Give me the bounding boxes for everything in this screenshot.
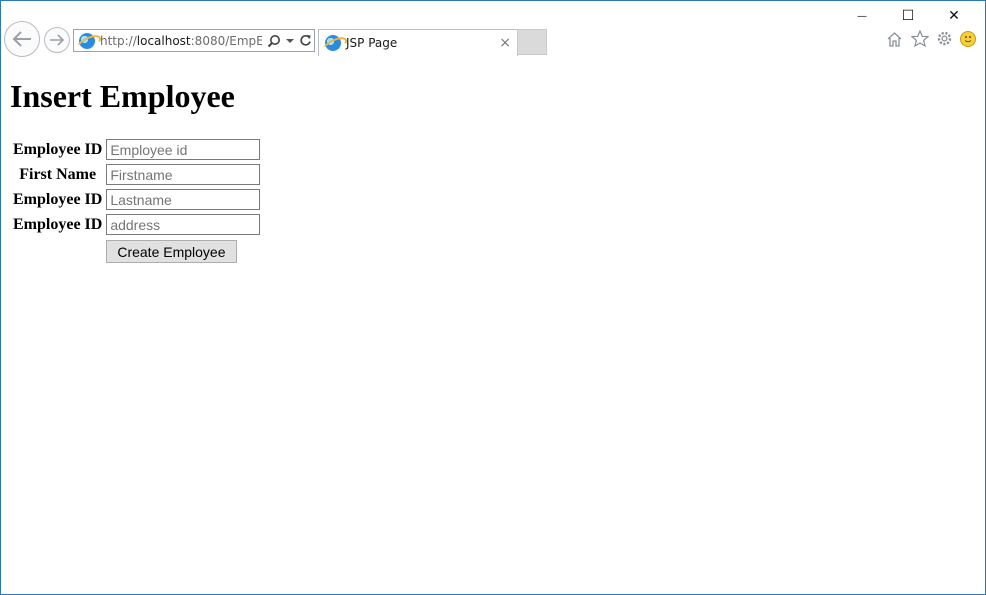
gear-icon[interactable]: [935, 29, 954, 48]
form-row-employee-id: Employee ID: [12, 138, 261, 161]
form-row-address: Employee ID: [12, 213, 261, 236]
first-name-label: First Name: [19, 165, 97, 183]
toolbar-icons: [885, 29, 976, 48]
address-input[interactable]: [106, 214, 261, 235]
browser-window: http://localhost:8080/EmpEnte JSP Page ×: [0, 0, 986, 595]
maximize-button[interactable]: ☐: [885, 4, 931, 28]
page-content: Insert Employee Employee ID First Name E…: [10, 73, 263, 266]
last-name-input[interactable]: [106, 189, 261, 210]
url-path: :8080/EmpEnte: [190, 33, 262, 48]
employee-form: Employee ID First Name Employee ID Emplo…: [10, 136, 263, 266]
address-label: Employee ID: [13, 215, 103, 233]
tab-close-icon[interactable]: ×: [499, 35, 511, 51]
url-text[interactable]: http://localhost:8080/EmpEnte: [100, 34, 262, 48]
page-title: Insert Employee: [10, 78, 235, 114]
form-row-submit: Create Employee: [12, 238, 261, 264]
first-name-input[interactable]: [106, 164, 261, 185]
url-scheme: http://: [100, 33, 137, 48]
dropdown-arrow-icon[interactable]: [286, 38, 294, 44]
tab-jsp-page[interactable]: JSP Page ×: [318, 29, 518, 56]
forward-arrow-icon: [50, 34, 65, 46]
minimize-button[interactable]: —: [839, 4, 885, 28]
new-tab-button[interactable]: [517, 29, 547, 55]
search-icon[interactable]: [267, 34, 281, 48]
favorites-star-icon[interactable]: [910, 29, 929, 48]
close-button[interactable]: ✕: [931, 4, 977, 28]
form-row-last-name: Employee ID: [12, 188, 261, 211]
address-bar[interactable]: http://localhost:8080/EmpEnte: [73, 29, 315, 52]
window-controls: — ☐ ✕: [839, 4, 977, 28]
feedback-smiley-icon[interactable]: [960, 30, 976, 47]
url-host: localhost: [136, 33, 191, 48]
form-row-first-name: First Name: [12, 163, 261, 186]
form-table: Employee ID First Name Employee ID Emplo…: [10, 136, 263, 266]
create-employee-button[interactable]: Create Employee: [106, 240, 237, 263]
browser-chrome: http://localhost:8080/EmpEnte JSP Page ×: [1, 1, 985, 57]
ie-tab-icon: [325, 35, 341, 51]
forward-button[interactable]: [44, 27, 70, 53]
back-arrow-icon: [12, 31, 31, 47]
employee-id-label: Employee ID: [13, 140, 103, 158]
refresh-icon[interactable]: [299, 34, 312, 47]
ie-page-icon: [79, 32, 95, 49]
home-icon[interactable]: [885, 29, 904, 48]
tab-title: JSP Page: [346, 36, 398, 50]
back-button[interactable]: [4, 21, 40, 57]
last-name-label: Employee ID: [13, 190, 103, 208]
employee-id-input[interactable]: [106, 139, 261, 160]
